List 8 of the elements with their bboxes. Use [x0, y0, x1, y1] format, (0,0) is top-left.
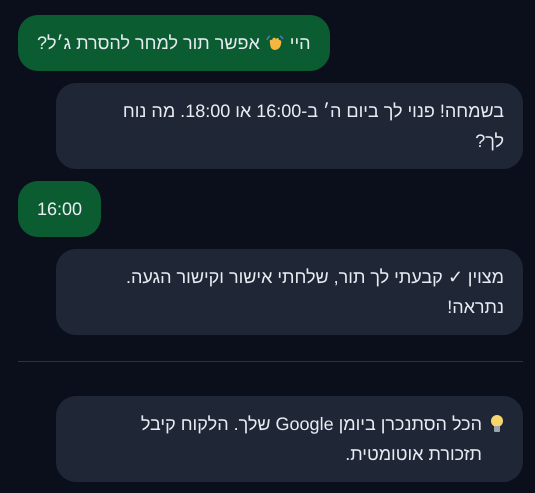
- message-text: אפשר תור למחר להסרת ג׳ל?: [37, 33, 260, 53]
- message-text: מצוין ✓ קבעתי לך תור, שלחתי אישור וקישור הגעה. נתראה!: [126, 267, 504, 317]
- message-text: 16:00: [37, 199, 82, 219]
- waving-hand-icon: [266, 34, 284, 52]
- message-text: בשמחה! פנוי לך ביום ה׳ ב-16:00 או 18:00. מה נוח לך?: [122, 101, 504, 151]
- light-bulb-icon: [490, 414, 504, 434]
- message-text: היי: [290, 33, 311, 53]
- message-text: הכל הסתנכרן ביומן Google שלך. הלקוח קיבל תזכורת אוטומטית.: [140, 413, 482, 466]
